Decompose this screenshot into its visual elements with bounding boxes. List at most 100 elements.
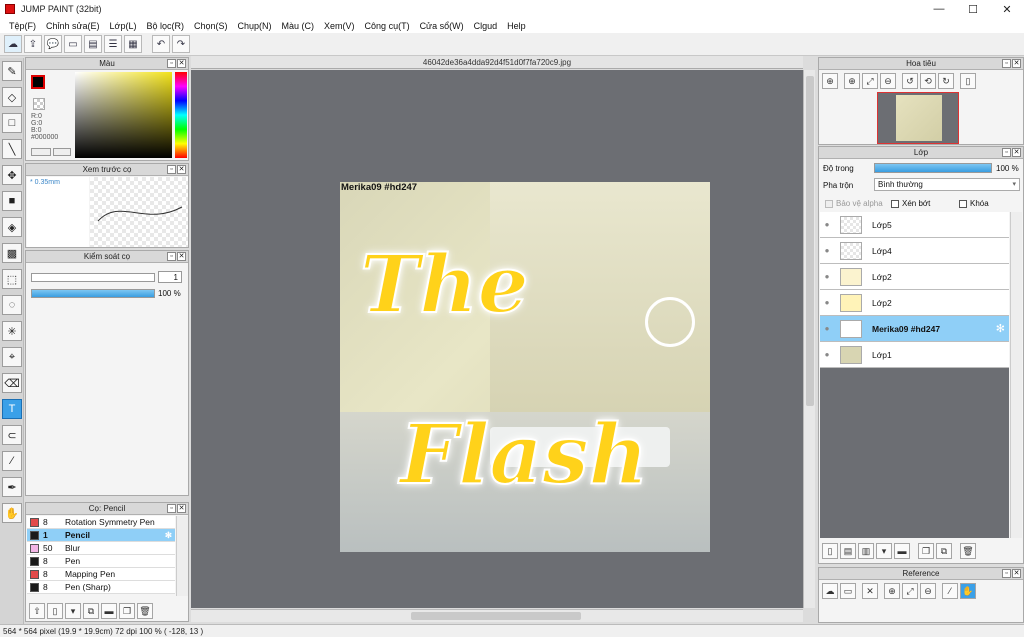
eye-icon[interactable]: ● <box>820 298 834 307</box>
brush-settings-icon[interactable]: ✻ <box>165 530 172 541</box>
export-icon[interactable]: ⇪ <box>24 35 42 53</box>
canvas-horizontal-scrollbar[interactable] <box>191 609 803 622</box>
float-icon[interactable]: ▫ <box>1002 569 1011 578</box>
brush-delete-icon[interactable]: 🗑 <box>137 603 153 619</box>
menu-help[interactable]: Help <box>502 21 531 31</box>
layer-type-icon[interactable]: ▾ <box>876 543 892 559</box>
list-icon[interactable]: ☰ <box>104 35 122 53</box>
bucket-tool-icon[interactable]: ◈ <box>2 217 22 237</box>
brush-copy-icon[interactable]: ⧉ <box>83 603 99 619</box>
close-icon[interactable]: ✕ <box>177 504 186 513</box>
layer-item-selected[interactable]: ● Merika09 #hd247 ✻ <box>820 316 1009 342</box>
menu-capture[interactable]: Chụp(N) <box>233 21 277 31</box>
flip-icon[interactable]: ▯ <box>960 73 976 89</box>
layer-item[interactable]: ● Lớp1 <box>820 342 1009 368</box>
sv-color-picker[interactable] <box>75 72 172 158</box>
page-icon[interactable]: ▤ <box>84 35 102 53</box>
delete-layer-icon[interactable]: 🗑 <box>960 543 976 559</box>
reference-cloud-icon[interactable]: ☁ <box>822 583 838 599</box>
menu-filter[interactable]: Bộ lọc(R) <box>141 21 189 31</box>
close-icon[interactable]: ✕ <box>1012 569 1021 578</box>
brush-item-blur[interactable]: 50 Blur <box>27 542 175 555</box>
text-tool-icon[interactable]: T <box>2 399 22 419</box>
select-pen-tool-icon[interactable]: ⌖ <box>2 347 22 367</box>
hand-tool-icon[interactable]: ✋ <box>2 503 22 523</box>
layer-list-scrollbar[interactable] <box>1010 212 1022 538</box>
menu-tools[interactable]: Công cụ(T) <box>360 21 415 31</box>
brush-item-rotation-symmetry-pen[interactable]: 8 Rotation Symmetry Pen <box>27 516 175 529</box>
brush-size-field[interactable]: 1 <box>158 271 182 283</box>
navigator-thumbnail[interactable] <box>877 92 959 144</box>
brush-size-slider[interactable] <box>31 273 155 282</box>
ellipse-select-tool-icon[interactable]: ◌ <box>2 295 22 315</box>
gradient-tool-icon[interactable]: ▩ <box>2 243 22 263</box>
layer-item[interactable]: ● Lớp5 <box>820 212 1009 238</box>
menu-cloud[interactable]: Clgud <box>469 21 503 31</box>
menu-window[interactable]: Cửa sổ(W) <box>415 21 469 31</box>
undo-icon[interactable]: ↶ <box>152 35 170 53</box>
eye-icon[interactable]: ● <box>820 272 834 281</box>
vscroll-thumb[interactable] <box>806 76 814 406</box>
menu-color[interactable]: Màu (C) <box>277 21 320 31</box>
layer-opacity-slider[interactable] <box>874 163 992 173</box>
reference-eyedropper-icon[interactable]: ⁄ <box>942 583 958 599</box>
new-brush-icon[interactable]: ▯ <box>47 603 63 619</box>
protect-alpha-option[interactable]: Bảo vệ alpha <box>825 199 883 208</box>
lock-option[interactable]: Khóa <box>959 199 989 208</box>
float-icon[interactable]: ▫ <box>167 165 176 174</box>
rect-select-tool-icon[interactable]: ⬚ <box>2 269 22 289</box>
brush-item-pen[interactable]: 8 Pen <box>27 555 175 568</box>
comment-icon[interactable]: 💬 <box>44 35 62 53</box>
zoom-in-icon[interactable]: ⊕ <box>822 73 838 89</box>
reference-close-icon[interactable]: ✕ <box>862 583 878 599</box>
reference-fit-icon[interactable]: ⤢ <box>902 583 918 599</box>
clip-option[interactable]: Xén bớt <box>891 199 930 208</box>
pen-tool-icon[interactable]: ✒ <box>2 477 22 497</box>
color-history-button[interactable] <box>53 148 71 156</box>
document-image[interactable]: Merika09 #hd247 The Flash <box>340 182 710 552</box>
protect-alpha-checkbox[interactable] <box>825 199 833 208</box>
shape-tool-icon[interactable]: □ <box>2 113 22 133</box>
lasso-tool-icon[interactable]: ⊂ <box>2 425 22 445</box>
brush-folder-icon[interactable]: ▬ <box>101 603 117 619</box>
menu-layer[interactable]: Lớp(L) <box>105 21 142 31</box>
brush-item-pencil[interactable]: 1 Pencil ✻ <box>27 529 175 542</box>
brush-duplicate-icon[interactable]: ❐ <box>119 603 135 619</box>
layer-item[interactable]: ● Lớp4 <box>820 238 1009 264</box>
hue-slider[interactable] <box>175 72 187 158</box>
redo-icon[interactable]: ↷ <box>172 35 190 53</box>
eraser-tool-icon[interactable]: ◇ <box>2 87 22 107</box>
menu-edit[interactable]: Chỉnh sửa(E) <box>41 21 105 31</box>
float-icon[interactable]: ▫ <box>1002 148 1011 157</box>
rotate-left-icon[interactable]: ↺ <box>902 73 918 89</box>
float-icon[interactable]: ▫ <box>167 504 176 513</box>
grid-icon[interactable]: ▦ <box>124 35 142 53</box>
reference-hand-icon[interactable]: ✋ <box>960 583 976 599</box>
reference-zoom-out-icon[interactable]: ⊖ <box>920 583 936 599</box>
lock-checkbox[interactable] <box>959 199 967 208</box>
eye-icon[interactable]: ● <box>820 350 834 359</box>
close-icon[interactable]: ✕ <box>177 59 186 68</box>
eye-icon[interactable]: ● <box>820 220 834 229</box>
menu-view[interactable]: Xem(V) <box>319 21 360 31</box>
brush-type-icon[interactable]: ▾ <box>65 603 81 619</box>
hscroll-thumb[interactable] <box>411 612 581 620</box>
close-icon[interactable]: ✕ <box>177 252 186 261</box>
actual-size-icon[interactable]: ⊖ <box>880 73 896 89</box>
menu-file[interactable]: Tệp(F) <box>4 21 41 31</box>
fit-icon[interactable]: ⤢ <box>862 73 878 89</box>
canvas-vertical-scrollbar[interactable] <box>803 70 815 608</box>
brush-list-scrollbar[interactable] <box>176 516 188 596</box>
document-tab[interactable]: 46042de36a4dda92d4f51d0f7fa720c9.jpg <box>191 56 803 69</box>
blend-mode-select[interactable]: Bình thường ▾ <box>874 178 1020 191</box>
fg-color-swatch[interactable] <box>31 75 45 89</box>
reference-open-icon[interactable]: ▭ <box>840 583 856 599</box>
fill-rect-tool-icon[interactable]: ■ <box>2 191 22 211</box>
color-add-button[interactable] <box>31 148 51 156</box>
brush-upload-icon[interactable]: ⇧ <box>29 603 45 619</box>
reference-zoom-in-icon[interactable]: ⊕ <box>884 583 900 599</box>
rotate-reset-icon[interactable]: ⟲ <box>920 73 936 89</box>
close-button[interactable]: ✕ <box>990 0 1024 18</box>
layer-item[interactable]: ● Lớp2 <box>820 264 1009 290</box>
float-icon[interactable]: ▫ <box>167 59 176 68</box>
